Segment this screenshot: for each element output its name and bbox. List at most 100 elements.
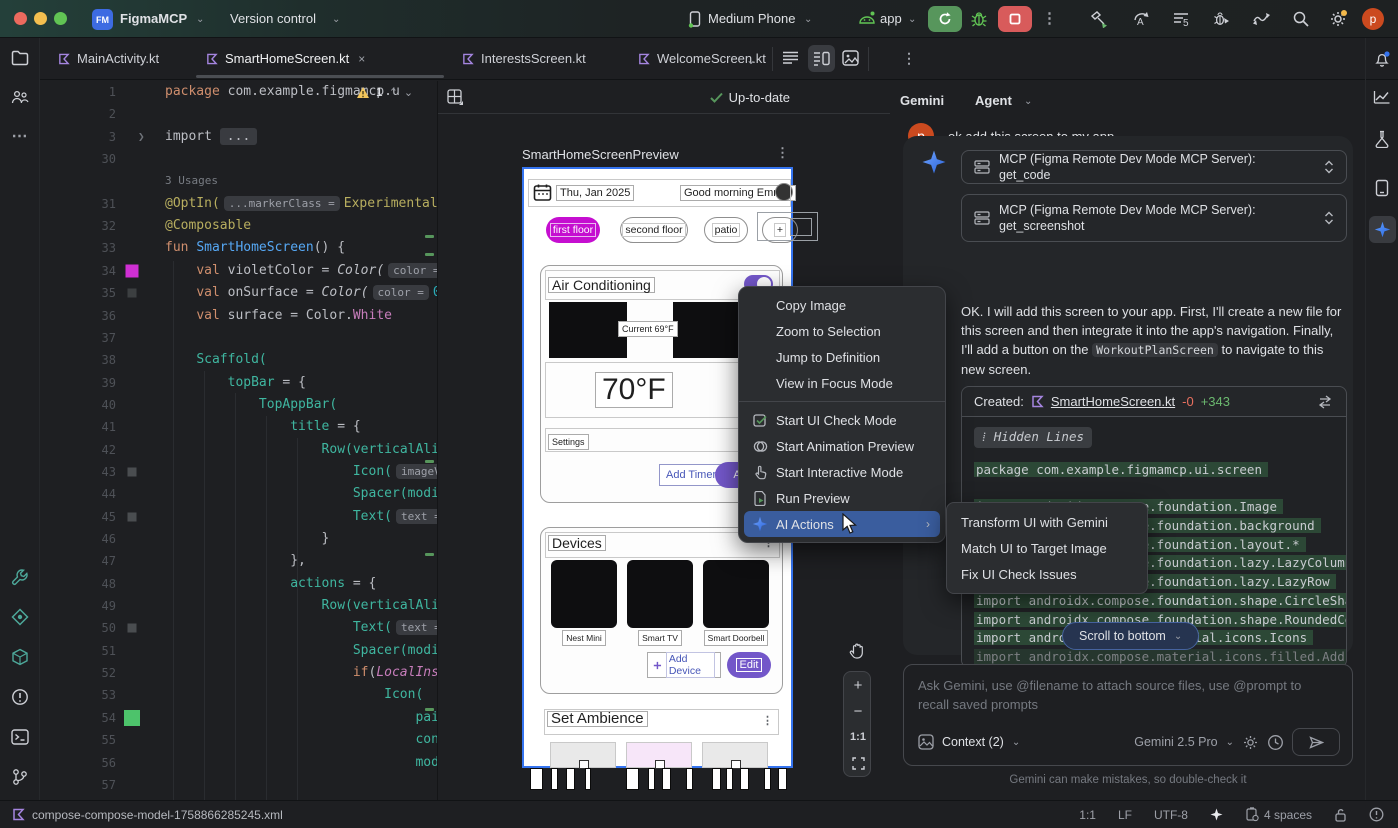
zoom-in-button[interactable]: + [844, 672, 872, 698]
design-view-icon[interactable] [842, 50, 859, 66]
profiler-graph-icon[interactable] [1373, 89, 1391, 105]
user-avatar[interactable]: p [1362, 8, 1384, 30]
gutter-color-swatch[interactable] [126, 265, 139, 278]
device-image[interactable] [551, 560, 617, 628]
attach-image-icon[interactable] [918, 734, 934, 750]
error-indicator-icon[interactable] [1369, 807, 1384, 822]
ambience-tile[interactable] [702, 742, 768, 768]
vcs-menu[interactable]: Version control [230, 11, 316, 26]
selection-handle[interactable] [790, 218, 812, 236]
close-window-button[interactable] [14, 12, 27, 25]
menu-item-run-preview[interactable]: Run Preview [744, 485, 940, 511]
ambience-tile[interactable] [550, 742, 616, 768]
prompt-settings-gear-icon[interactable] [1242, 734, 1259, 751]
project-selector[interactable]: FigmaMCP [120, 11, 187, 26]
pan-hand-icon[interactable] [843, 637, 871, 663]
submenu-item-match-ui-to-target-image[interactable]: Match UI to Target Image [947, 535, 1147, 561]
tab-scrollbar[interactable] [196, 75, 444, 78]
search-everywhere-icon[interactable] [1292, 10, 1310, 28]
file-encoding[interactable]: UTF-8 [1154, 808, 1188, 822]
more-tool-windows-icon[interactable]: ⋯ [12, 126, 28, 146]
profiler-icon[interactable]: A [1132, 10, 1151, 28]
build-run-icon[interactable] [1090, 10, 1109, 28]
build-tool-icon[interactable] [11, 568, 29, 586]
gutter-color-swatch[interactable] [128, 468, 137, 477]
readonly-lock-icon[interactable] [1334, 808, 1347, 822]
todo-list-icon[interactable]: 5 [1172, 11, 1191, 27]
editor-tab[interactable]: SmartHomeScreen.kt× [196, 38, 444, 79]
menu-item-start-ui-check-mode[interactable]: Start UI Check Mode [744, 407, 940, 433]
add-timer-button[interactable]: Add Timer [659, 464, 723, 486]
line-ending[interactable]: LF [1118, 808, 1132, 822]
menu-item-start-interactive-mode[interactable]: Start Interactive Mode [744, 459, 940, 485]
gutter-color-swatch[interactable] [124, 710, 140, 726]
tab-gemini[interactable]: Gemini [900, 93, 944, 108]
expand-chevrons-icon[interactable] [1324, 211, 1334, 225]
notifications-bell-icon[interactable] [1373, 50, 1391, 68]
model-selector[interactable]: Gemini 2.5 Pro [1134, 735, 1217, 749]
split-view-icon[interactable] [808, 45, 835, 72]
package-icon[interactable] [11, 648, 29, 666]
minimize-window-button[interactable] [34, 12, 47, 25]
grid-layout-icon[interactable] [447, 89, 464, 106]
project-folder-icon[interactable] [11, 50, 29, 66]
statusbar-file[interactable]: compose-compose-model-1758866285245.xml [12, 808, 283, 822]
send-button[interactable] [1292, 728, 1340, 756]
next-issue-icon[interactable]: ⌄ [404, 86, 413, 99]
prev-issue-icon[interactable]: ⌃ [389, 86, 398, 99]
code-view-icon[interactable] [782, 50, 799, 65]
submenu-item-fix-ui-check-issues[interactable]: Fix UI Check Issues [947, 561, 1147, 587]
menu-item-copy-image[interactable]: Copy Image [744, 292, 940, 318]
gemini-panel-toggle[interactable] [1369, 216, 1396, 243]
agent-mode-selector[interactable]: Agent [975, 93, 1012, 108]
stop-button[interactable] [998, 6, 1032, 32]
prompt-input-box[interactable]: Ask Gemini, use @filename to attach sour… [903, 664, 1353, 766]
floor-chip[interactable]: first floor [546, 217, 600, 243]
inspection-widget[interactable]: 1 ⌃ ⌄ [356, 85, 413, 99]
insights-icon[interactable] [1374, 130, 1390, 148]
device-selector[interactable]: Medium Phone [708, 11, 795, 26]
collaboration-icon[interactable] [11, 89, 29, 105]
preview-options-kebab-icon[interactable]: ⋮ [776, 145, 789, 161]
mcp-tool-card[interactable]: MCP (Figma Remote Dev Mode MCP Server): … [961, 194, 1347, 242]
caret-position[interactable]: 1:1 [1079, 808, 1096, 822]
menu-item-view-in-focus-mode[interactable]: View in Focus Mode [744, 370, 940, 396]
submenu-item-transform-ui-with-gemini[interactable]: Transform UI with Gemini [947, 509, 1147, 535]
mcp-tool-card[interactable]: MCP (Figma Remote Dev Mode MCP Server): … [961, 150, 1347, 184]
run-config-selector[interactable]: app [880, 11, 902, 26]
device-image[interactable] [627, 560, 693, 628]
problems-icon[interactable] [11, 688, 29, 706]
attach-debugger-icon[interactable] [1212, 10, 1231, 28]
gutter-color-swatch[interactable] [128, 624, 137, 633]
created-file-link[interactable]: SmartHomeScreen.kt [1051, 394, 1175, 409]
code-editor[interactable]: 1package com.example.figmamcp.u23❯import… [40, 81, 437, 800]
editor-tab[interactable]: MainActivity.kt [48, 38, 196, 79]
fold-arrow-icon[interactable]: ❯ [138, 126, 145, 148]
device-image[interactable] [703, 560, 769, 628]
indent-config[interactable]: 4 spaces [1245, 807, 1312, 822]
gutter-color-swatch[interactable] [128, 289, 137, 298]
rerun-button[interactable] [928, 6, 962, 32]
menu-item-jump-to-definition[interactable]: Jump to Definition [744, 344, 940, 370]
gemini-status-sparkle-icon[interactable] [1210, 808, 1223, 821]
terminal-icon[interactable] [11, 728, 29, 746]
hidden-lines-chip[interactable]: ⁞ Hidden Lines [974, 427, 1092, 448]
menu-item-zoom-to-selection[interactable]: Zoom to Selection [744, 318, 940, 344]
git-branch-icon[interactable] [11, 768, 29, 786]
device-manager-icon[interactable] [1375, 179, 1389, 197]
zoom-out-button[interactable]: − [844, 698, 872, 724]
figma-plugin-icon[interactable] [11, 608, 29, 626]
zoom-actual-size-button[interactable]: 1:1 [844, 724, 872, 750]
history-clock-icon[interactable] [1267, 734, 1284, 751]
editor-options-kebab-icon[interactable]: ⋮ [902, 50, 916, 67]
close-tab-icon[interactable]: × [358, 52, 365, 66]
editor-tab[interactable]: InterestsScreen.kt [452, 38, 622, 79]
expand-chevrons-icon[interactable] [1324, 160, 1334, 174]
gutter-color-swatch[interactable] [128, 513, 137, 522]
sync-insights-icon[interactable] [1252, 10, 1272, 28]
ambience-tile[interactable] [626, 742, 692, 768]
maximize-window-button[interactable] [54, 12, 67, 25]
context-selector[interactable]: Context (2) [942, 735, 1004, 749]
open-diff-icon[interactable] [1316, 395, 1334, 409]
menu-item-start-animation-preview[interactable]: Start Animation Preview [744, 433, 940, 459]
